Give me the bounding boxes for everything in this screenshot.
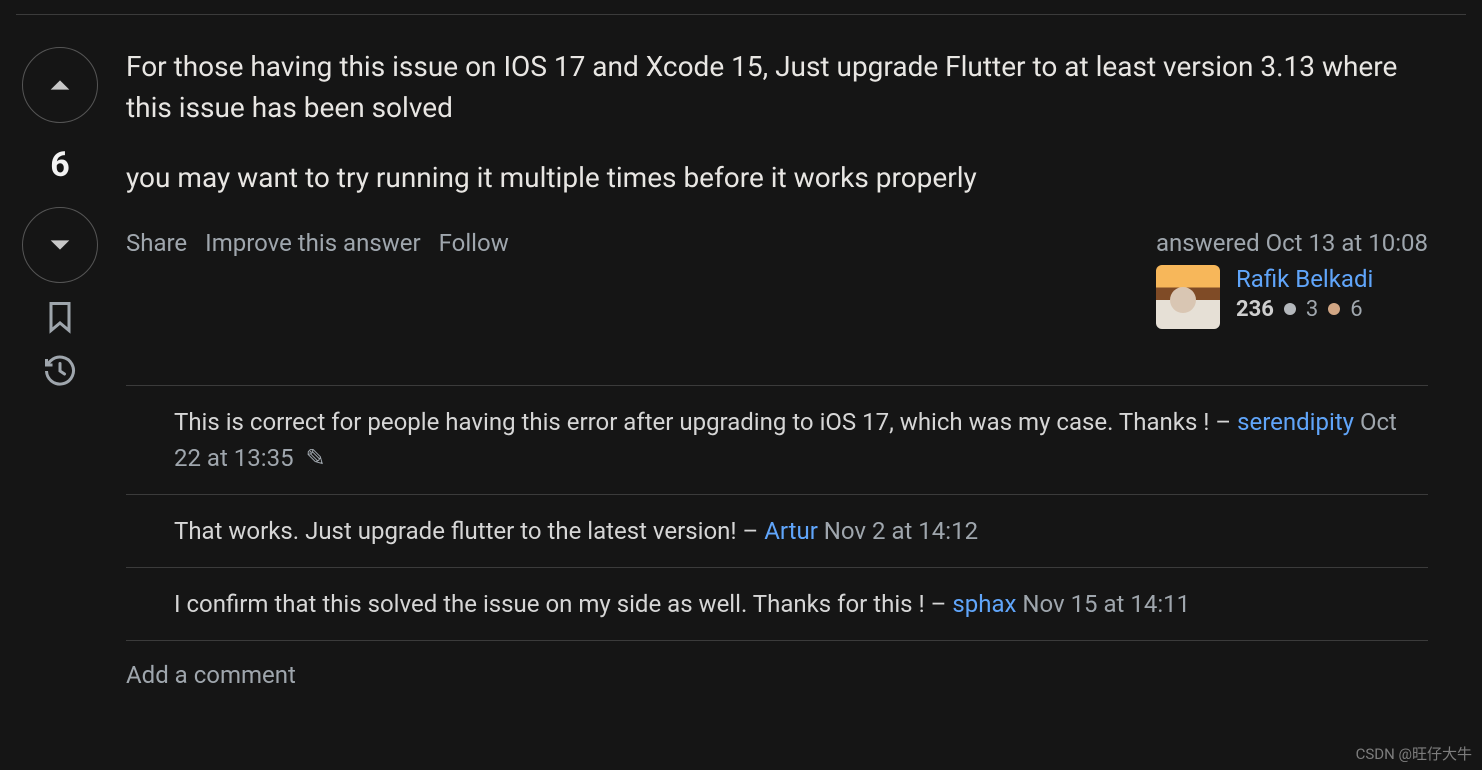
silver-badge-icon bbox=[1284, 303, 1296, 315]
comments-list: This is correct for people having this e… bbox=[126, 385, 1428, 641]
comment-text: This is correct for people having this e… bbox=[174, 408, 1209, 436]
answered-time: answered Oct 13 at 10:08 bbox=[1156, 229, 1428, 257]
history-icon[interactable] bbox=[42, 353, 78, 389]
comment-user[interactable]: sphax bbox=[952, 590, 1016, 618]
silver-badge-count: 3 bbox=[1306, 297, 1318, 322]
comment: That works. Just upgrade flutter to the … bbox=[126, 495, 1428, 568]
comment-time: Nov 2 at 14:12 bbox=[824, 517, 978, 545]
downvote-button[interactable] bbox=[22, 207, 98, 283]
answer-paragraph: For those having this issue on IOS 17 an… bbox=[126, 47, 1428, 128]
avatar[interactable] bbox=[1156, 265, 1220, 329]
vote-score: 6 bbox=[50, 145, 70, 185]
improve-answer-link[interactable]: Improve this answer bbox=[205, 229, 420, 257]
comment-text: I confirm that this solved the issue on … bbox=[174, 590, 925, 618]
upvote-button[interactable] bbox=[22, 47, 98, 123]
caret-down-icon bbox=[46, 231, 74, 259]
bronze-badge-count: 6 bbox=[1350, 297, 1362, 322]
bronze-badge-icon bbox=[1328, 303, 1340, 315]
comment-time: Nov 15 at 14:11 bbox=[1022, 590, 1190, 618]
comment-user[interactable]: serendipity bbox=[1237, 408, 1354, 436]
comment-text: That works. Just upgrade flutter to the … bbox=[174, 517, 737, 545]
share-link[interactable]: Share bbox=[126, 229, 187, 257]
comment: I confirm that this solved the issue on … bbox=[126, 568, 1428, 641]
follow-link[interactable]: Follow bbox=[439, 229, 509, 257]
comment: This is correct for people having this e… bbox=[126, 386, 1428, 495]
vote-column: 6 bbox=[16, 31, 104, 689]
author-name[interactable]: Rafik Belkadi bbox=[1236, 265, 1373, 293]
bookmark-icon[interactable] bbox=[42, 299, 78, 335]
comment-user[interactable]: Artur bbox=[764, 517, 818, 545]
answer-post: 6 For those having this issue on IOS 17 … bbox=[0, 15, 1482, 689]
action-links: Share Improve this answer Follow bbox=[126, 229, 509, 257]
author-card: answered Oct 13 at 10:08 Rafik Belkadi 2… bbox=[1156, 229, 1428, 329]
watermark: CSDN @旺仔大牛 bbox=[1356, 743, 1472, 764]
caret-up-icon bbox=[46, 71, 74, 99]
pencil-icon: ✎ bbox=[306, 444, 326, 472]
answer-paragraph: you may want to try running it multiple … bbox=[126, 158, 1428, 199]
answer-body: For those having this issue on IOS 17 an… bbox=[104, 31, 1466, 689]
reputation: 236 bbox=[1236, 297, 1274, 322]
add-comment-link[interactable]: Add a comment bbox=[126, 641, 1428, 689]
